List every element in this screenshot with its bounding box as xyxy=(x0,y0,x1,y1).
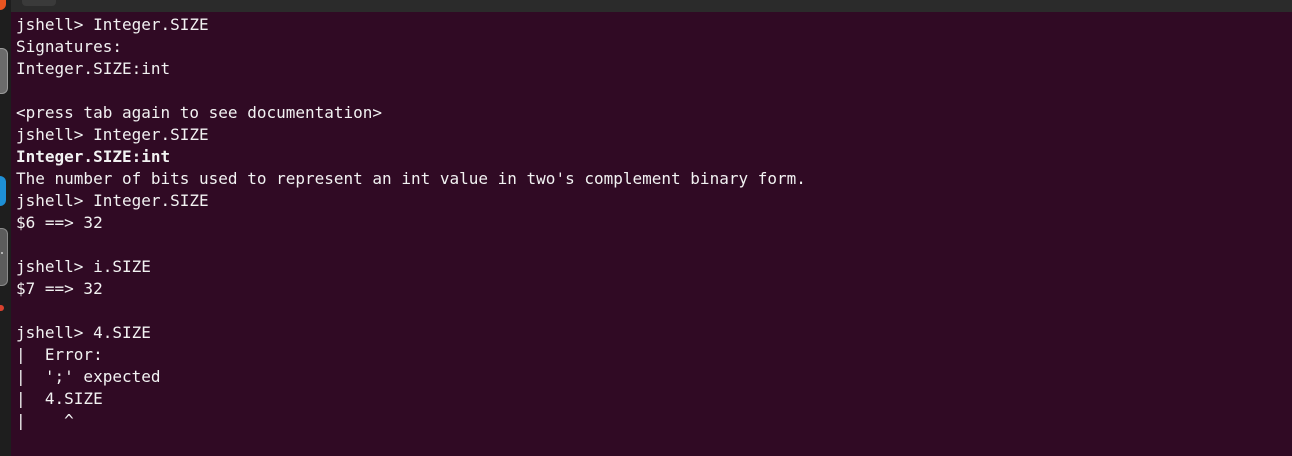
terminal-line: | 4.SIZE xyxy=(16,389,103,408)
terminal-line: $7 ==> 32 xyxy=(16,279,103,298)
terminal-line: jshell> 4.SIZE xyxy=(16,323,151,342)
browser-app-icon[interactable] xyxy=(0,176,6,206)
app-icon[interactable] xyxy=(0,305,4,311)
terminal-line: | Error: xyxy=(16,345,103,364)
terminal-line: jshell> Integer.SIZE xyxy=(16,191,209,210)
terminal-line: Integer.SIZE:int xyxy=(16,147,171,166)
terminal-line: | ';' expected xyxy=(16,367,161,386)
terminal-line: The number of bits used to represent an … xyxy=(16,169,806,188)
terminal-line: jshell> Integer.SIZE xyxy=(16,125,209,144)
terminal-line: $6 ==> 32 xyxy=(16,213,103,232)
window-top-bar xyxy=(0,0,1292,12)
terminal-line: <press tab again to see documentation> xyxy=(16,103,383,122)
terminal-line: jshell> Integer.SIZE xyxy=(16,15,209,34)
terminal-app-icon[interactable] xyxy=(0,228,8,286)
terminal-line: | ^ xyxy=(16,411,74,430)
terminal-line: Integer.SIZE:int xyxy=(16,59,171,78)
files-app-icon[interactable] xyxy=(0,48,8,94)
window-tab[interactable] xyxy=(22,0,56,6)
running-indicator-icon xyxy=(1,252,3,254)
terminal-line: jshell> i.SIZE xyxy=(16,257,151,276)
terminal-line: Signatures: xyxy=(16,37,122,56)
dock xyxy=(0,0,11,456)
terminal-output[interactable]: jshell> Integer.SIZE Signatures: Integer.S… xyxy=(16,14,1292,432)
app-launcher-icon[interactable] xyxy=(0,0,6,10)
